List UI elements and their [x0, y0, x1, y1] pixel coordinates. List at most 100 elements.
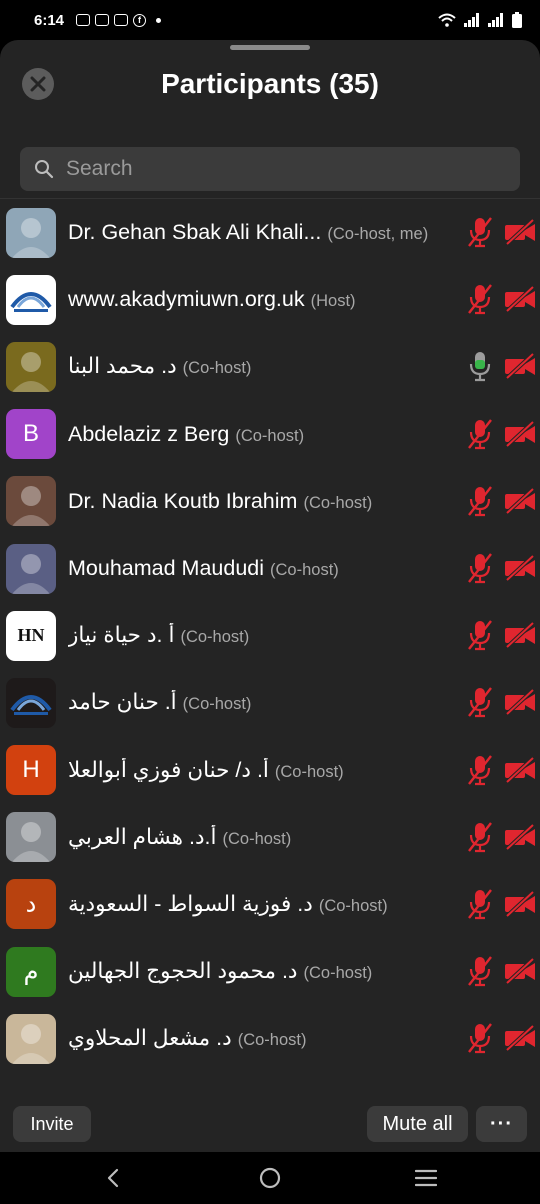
- participant-label: www.akadymiuwn.org.uk (Host): [68, 287, 356, 312]
- invite-button[interactable]: Invite: [13, 1106, 91, 1142]
- recents-button[interactable]: [411, 1164, 441, 1192]
- participant-row[interactable]: د د. فوزية السواط - السعودية (Co-host): [0, 871, 540, 938]
- participant-label: أ. د/ حنان فوزي أبوالعلا (Co-host): [68, 758, 344, 783]
- mic-muted-icon[interactable]: [466, 1022, 494, 1054]
- mic-on-icon[interactable]: [466, 350, 494, 382]
- profile-photo: [12, 822, 50, 863]
- participant-role: (Co-host): [182, 695, 252, 714]
- video-off-icon[interactable]: [504, 957, 536, 985]
- video-off-icon[interactable]: [504, 688, 536, 716]
- mute-all-button[interactable]: Mute all: [367, 1106, 468, 1142]
- participant-name: Abdelaziz z Berg: [68, 421, 230, 446]
- participant-role: (Co-host): [222, 829, 292, 848]
- avatar: [6, 274, 56, 325]
- participant-label: أ.د. هشام العربي (Co-host): [68, 825, 291, 850]
- notif-icon: [95, 14, 110, 26]
- participants-sheet: Participants (35) Dr. Gehan Sbak Ali Kha…: [0, 40, 540, 1152]
- participant-name: د. محمد البنا: [68, 354, 177, 379]
- video-off-icon[interactable]: [504, 823, 536, 851]
- avatar: م: [6, 946, 56, 997]
- mic-muted-icon[interactable]: [466, 686, 494, 718]
- video-off-icon[interactable]: [504, 218, 536, 246]
- participant-role: (Co-host): [182, 359, 252, 378]
- mic-muted-icon[interactable]: [466, 888, 494, 920]
- mic-muted-icon[interactable]: [466, 552, 494, 584]
- video-off-icon[interactable]: [504, 420, 536, 448]
- back-button[interactable]: [98, 1164, 128, 1192]
- notification-icons: f: [76, 13, 147, 27]
- participant-row[interactable]: HN أ .د حياة نياز (Co-host): [0, 602, 540, 669]
- avatar: [6, 476, 56, 527]
- participant-role: (Co-host): [274, 762, 344, 781]
- more-options-button[interactable]: ···: [476, 1106, 527, 1142]
- avatar-initial: B: [22, 420, 39, 448]
- avatar: B: [6, 409, 56, 460]
- logo-image: [10, 694, 52, 715]
- avatar: H: [6, 745, 56, 796]
- participant-role: (Co-host): [235, 426, 305, 445]
- search-icon: [35, 160, 54, 179]
- participant-label: Dr. Nadia Koutb Ibrahim (Co-host): [68, 489, 372, 514]
- video-off-icon[interactable]: [504, 756, 536, 784]
- avatar: [6, 1013, 56, 1064]
- mic-muted-icon[interactable]: [466, 754, 494, 786]
- signal-icon: [464, 13, 479, 27]
- participant-row[interactable]: Dr. Nadia Koutb Ibrahim (Co-host): [0, 468, 540, 535]
- mic-muted-icon[interactable]: [466, 216, 494, 248]
- search-bar[interactable]: [20, 147, 520, 191]
- participant-list: Dr. Gehan Sbak Ali Khali... (Co-host, me)…: [0, 198, 540, 1072]
- participant-row[interactable]: م د. محمود الحجوج الجهالين (Co-host): [0, 938, 540, 1005]
- participant-name: أ .د حياة نياز: [68, 623, 175, 648]
- video-off-icon[interactable]: [504, 554, 536, 582]
- mic-muted-icon[interactable]: [466, 821, 494, 853]
- participant-name: د. محمود الحجوج الجهالين: [68, 959, 298, 984]
- video-off-icon[interactable]: [504, 352, 536, 380]
- participant-row[interactable]: د. محمد البنا (Co-host): [0, 333, 540, 400]
- profile-photo: [12, 351, 50, 392]
- participant-role: (Co-host): [237, 1031, 307, 1050]
- avatar: [6, 543, 56, 594]
- participant-name: Dr. Gehan Sbak Ali Khali...: [68, 220, 322, 245]
- sheet-grabber[interactable]: [230, 45, 310, 50]
- participant-row[interactable]: Dr. Gehan Sbak Ali Khali... (Co-host, me): [0, 199, 540, 266]
- participant-name: أ.د. هشام العربي: [68, 824, 217, 849]
- participant-row[interactable]: H أ. د/ حنان فوزي أبوالعلا (Co-host): [0, 737, 540, 804]
- mic-muted-icon[interactable]: [466, 955, 494, 987]
- video-off-icon[interactable]: [504, 487, 536, 515]
- avatar: [6, 207, 56, 258]
- signal-icon: [488, 13, 503, 27]
- participant-role: (Co-host): [270, 561, 339, 580]
- participant-row[interactable]: B Abdelaziz z Berg (Co-host): [0, 401, 540, 468]
- avatar: HN: [6, 610, 56, 661]
- avatar: د: [6, 879, 56, 930]
- participant-role: (Co-host): [180, 628, 250, 647]
- participant-label: Abdelaziz z Berg (Co-host): [68, 422, 304, 447]
- home-icon: [259, 1167, 281, 1189]
- participant-row[interactable]: د. مشعل المحلاوي (Co-host): [0, 1005, 540, 1072]
- mic-muted-icon[interactable]: [466, 418, 494, 450]
- participant-row[interactable]: أ. حنان حامد (Co-host): [0, 669, 540, 736]
- video-off-icon[interactable]: [504, 1024, 536, 1052]
- video-off-icon[interactable]: [504, 621, 536, 649]
- avatar-initial: د: [25, 890, 37, 918]
- participant-name: Dr. Nadia Koutb Ibrahim: [68, 488, 298, 513]
- logo-image: [10, 291, 52, 312]
- participant-row[interactable]: Mouhamad Maududi (Co-host): [0, 535, 540, 602]
- mic-muted-icon[interactable]: [466, 485, 494, 517]
- avatar: [6, 677, 56, 728]
- participant-row[interactable]: أ.د. هشام العربي (Co-host): [0, 804, 540, 871]
- participant-name: Mouhamad Maududi: [68, 556, 265, 581]
- mic-muted-icon[interactable]: [466, 283, 494, 315]
- home-button[interactable]: [255, 1164, 285, 1192]
- participant-label: د. محمد البنا (Co-host): [68, 354, 251, 379]
- search-input[interactable]: [66, 157, 486, 181]
- participant-row[interactable]: www.akadymiuwn.org.uk (Host): [0, 266, 540, 333]
- participant-role: (Co-host): [303, 493, 373, 512]
- video-off-icon[interactable]: [504, 890, 536, 918]
- battery-icon: [512, 12, 522, 28]
- facebook-icon: f: [133, 13, 147, 27]
- video-off-icon[interactable]: [504, 285, 536, 313]
- mic-muted-icon[interactable]: [466, 619, 494, 651]
- avatar: [6, 812, 56, 863]
- participant-label: Mouhamad Maududi (Co-host): [68, 556, 339, 581]
